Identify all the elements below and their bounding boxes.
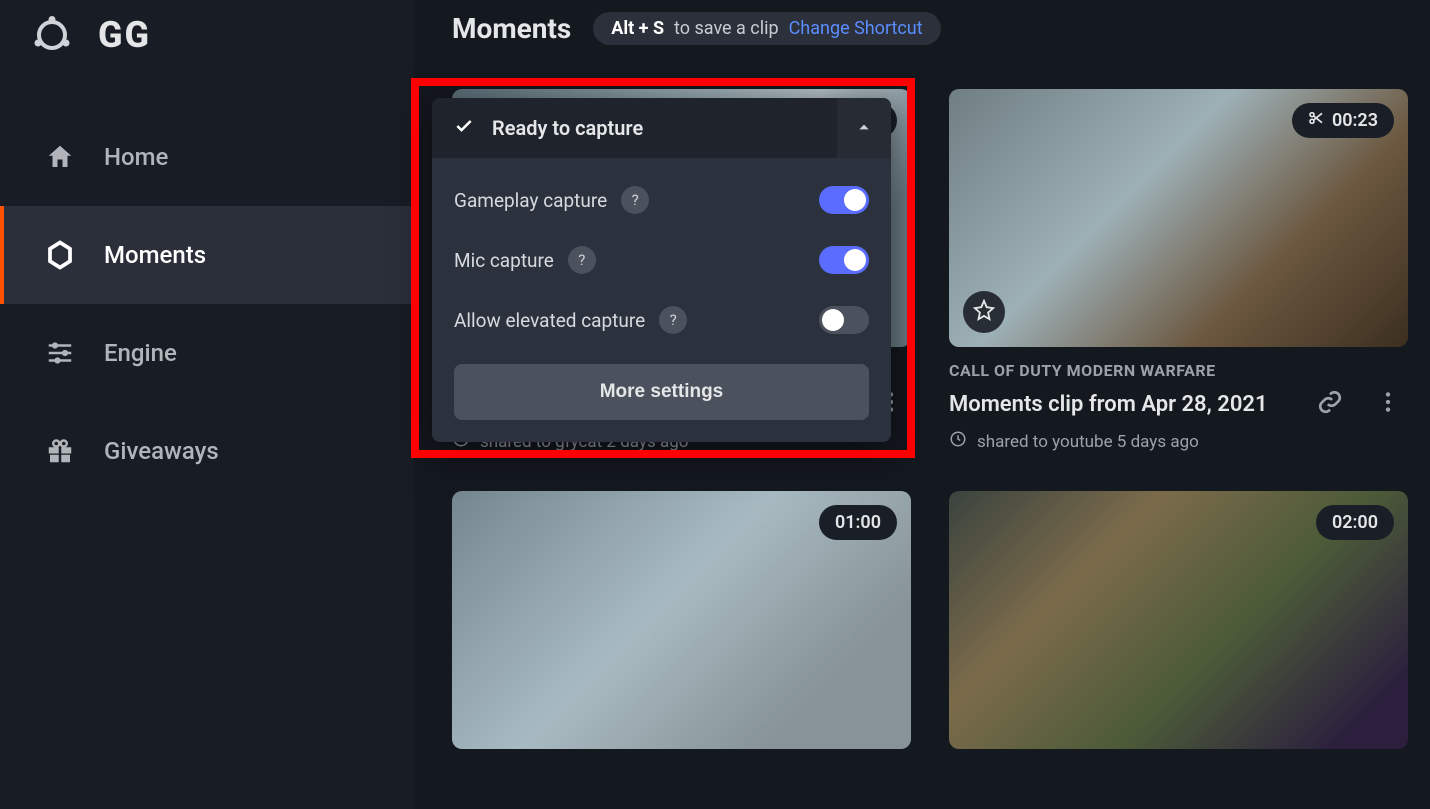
change-shortcut-link[interactable]: Change Shortcut bbox=[789, 18, 923, 39]
capture-status-text: Ready to capture bbox=[492, 116, 819, 140]
clip-card: 01:00 bbox=[452, 491, 911, 749]
sidebar-item-engine[interactable]: Engine bbox=[0, 304, 414, 402]
sidebar: GG Home Moments Engine bbox=[0, 0, 414, 809]
help-icon[interactable]: ? bbox=[659, 306, 687, 334]
copy-link-button[interactable] bbox=[1310, 384, 1350, 424]
logo-text: GG bbox=[98, 14, 151, 56]
clip-thumbnail[interactable]: 01:00 bbox=[452, 491, 911, 749]
clip-thumbnail[interactable]: 00:23 bbox=[949, 89, 1408, 347]
clip-title: Moments clip from Apr 28, 2021 bbox=[949, 392, 1292, 417]
capture-settings-panel: Ready to capture Gameplay capture ? Mic … bbox=[432, 98, 891, 442]
elevated-capture-toggle[interactable] bbox=[819, 306, 869, 334]
main-content: Moments Alt + S to save a clip Change Sh… bbox=[414, 0, 1430, 809]
home-icon bbox=[44, 141, 76, 173]
favorite-button[interactable] bbox=[963, 291, 1005, 333]
sidebar-nav: Home Moments Engine bbox=[0, 88, 414, 500]
chevron-up-icon bbox=[857, 119, 871, 138]
capture-panel-body: Gameplay capture ? Mic capture ? Allow e… bbox=[432, 158, 891, 442]
sidebar-item-label: Engine bbox=[104, 339, 177, 367]
logo: GG bbox=[0, 4, 414, 88]
clip-card: 00:23 CALL OF DUTY MODERN WARFARE Moment… bbox=[949, 89, 1408, 453]
clock-icon bbox=[949, 430, 967, 453]
hexagon-icon bbox=[44, 239, 76, 271]
page-title: Moments bbox=[452, 12, 571, 45]
duration-text: 00:23 bbox=[1332, 110, 1378, 131]
clip-shared-text: shared to youtube 5 days ago bbox=[977, 432, 1199, 452]
shortcut-hint-text: to save a clip bbox=[674, 18, 779, 39]
scissors-icon bbox=[1308, 110, 1324, 131]
mic-capture-toggle[interactable] bbox=[819, 246, 869, 274]
link-icon bbox=[1317, 389, 1343, 419]
sidebar-item-label: Moments bbox=[104, 241, 206, 269]
gift-icon bbox=[44, 435, 76, 467]
duration-badge: 01:00 bbox=[819, 505, 897, 540]
star-icon bbox=[973, 299, 995, 325]
more-settings-button[interactable]: More settings bbox=[454, 364, 869, 420]
sidebar-item-label: Giveaways bbox=[104, 437, 219, 465]
checkmark-icon bbox=[454, 116, 474, 140]
sliders-icon bbox=[44, 337, 76, 369]
clip-game-name: CALL OF DUTY MODERN WARFARE bbox=[949, 361, 1408, 380]
more-vertical-icon bbox=[1375, 389, 1401, 419]
setting-allow-elevated-capture: Allow elevated capture ? bbox=[454, 290, 869, 350]
clip-thumbnail[interactable]: 02:00 bbox=[949, 491, 1408, 749]
gameplay-capture-toggle[interactable] bbox=[819, 186, 869, 214]
steelseries-logo-icon bbox=[32, 15, 72, 55]
duration-badge: 02:00 bbox=[1316, 505, 1394, 540]
more-options-button[interactable] bbox=[1368, 384, 1408, 424]
sidebar-item-label: Home bbox=[104, 143, 168, 171]
shortcut-hint-pill: Alt + S to save a clip Change Shortcut bbox=[593, 12, 940, 45]
help-icon[interactable]: ? bbox=[568, 246, 596, 274]
shortcut-keys: Alt + S bbox=[611, 18, 664, 39]
capture-panel-header: Ready to capture bbox=[432, 98, 891, 158]
setting-label: Gameplay capture bbox=[454, 189, 607, 212]
setting-mic-capture: Mic capture ? bbox=[454, 230, 869, 290]
duration-badge: 00:23 bbox=[1292, 103, 1394, 138]
clip-card: 02:00 bbox=[949, 491, 1408, 749]
page-header: Moments Alt + S to save a clip Change Sh… bbox=[452, 12, 1408, 45]
clip-shared-row: shared to youtube 5 days ago bbox=[949, 430, 1408, 453]
setting-gameplay-capture: Gameplay capture ? bbox=[454, 170, 869, 230]
duration-text: 01:00 bbox=[835, 512, 881, 533]
help-icon[interactable]: ? bbox=[621, 186, 649, 214]
setting-label: Allow elevated capture bbox=[454, 309, 645, 332]
duration-text: 02:00 bbox=[1332, 512, 1378, 533]
sidebar-item-home[interactable]: Home bbox=[0, 108, 414, 206]
sidebar-item-moments[interactable]: Moments bbox=[0, 206, 414, 304]
sidebar-item-giveaways[interactable]: Giveaways bbox=[0, 402, 414, 500]
collapse-panel-button[interactable] bbox=[837, 98, 891, 158]
setting-label: Mic capture bbox=[454, 249, 554, 272]
